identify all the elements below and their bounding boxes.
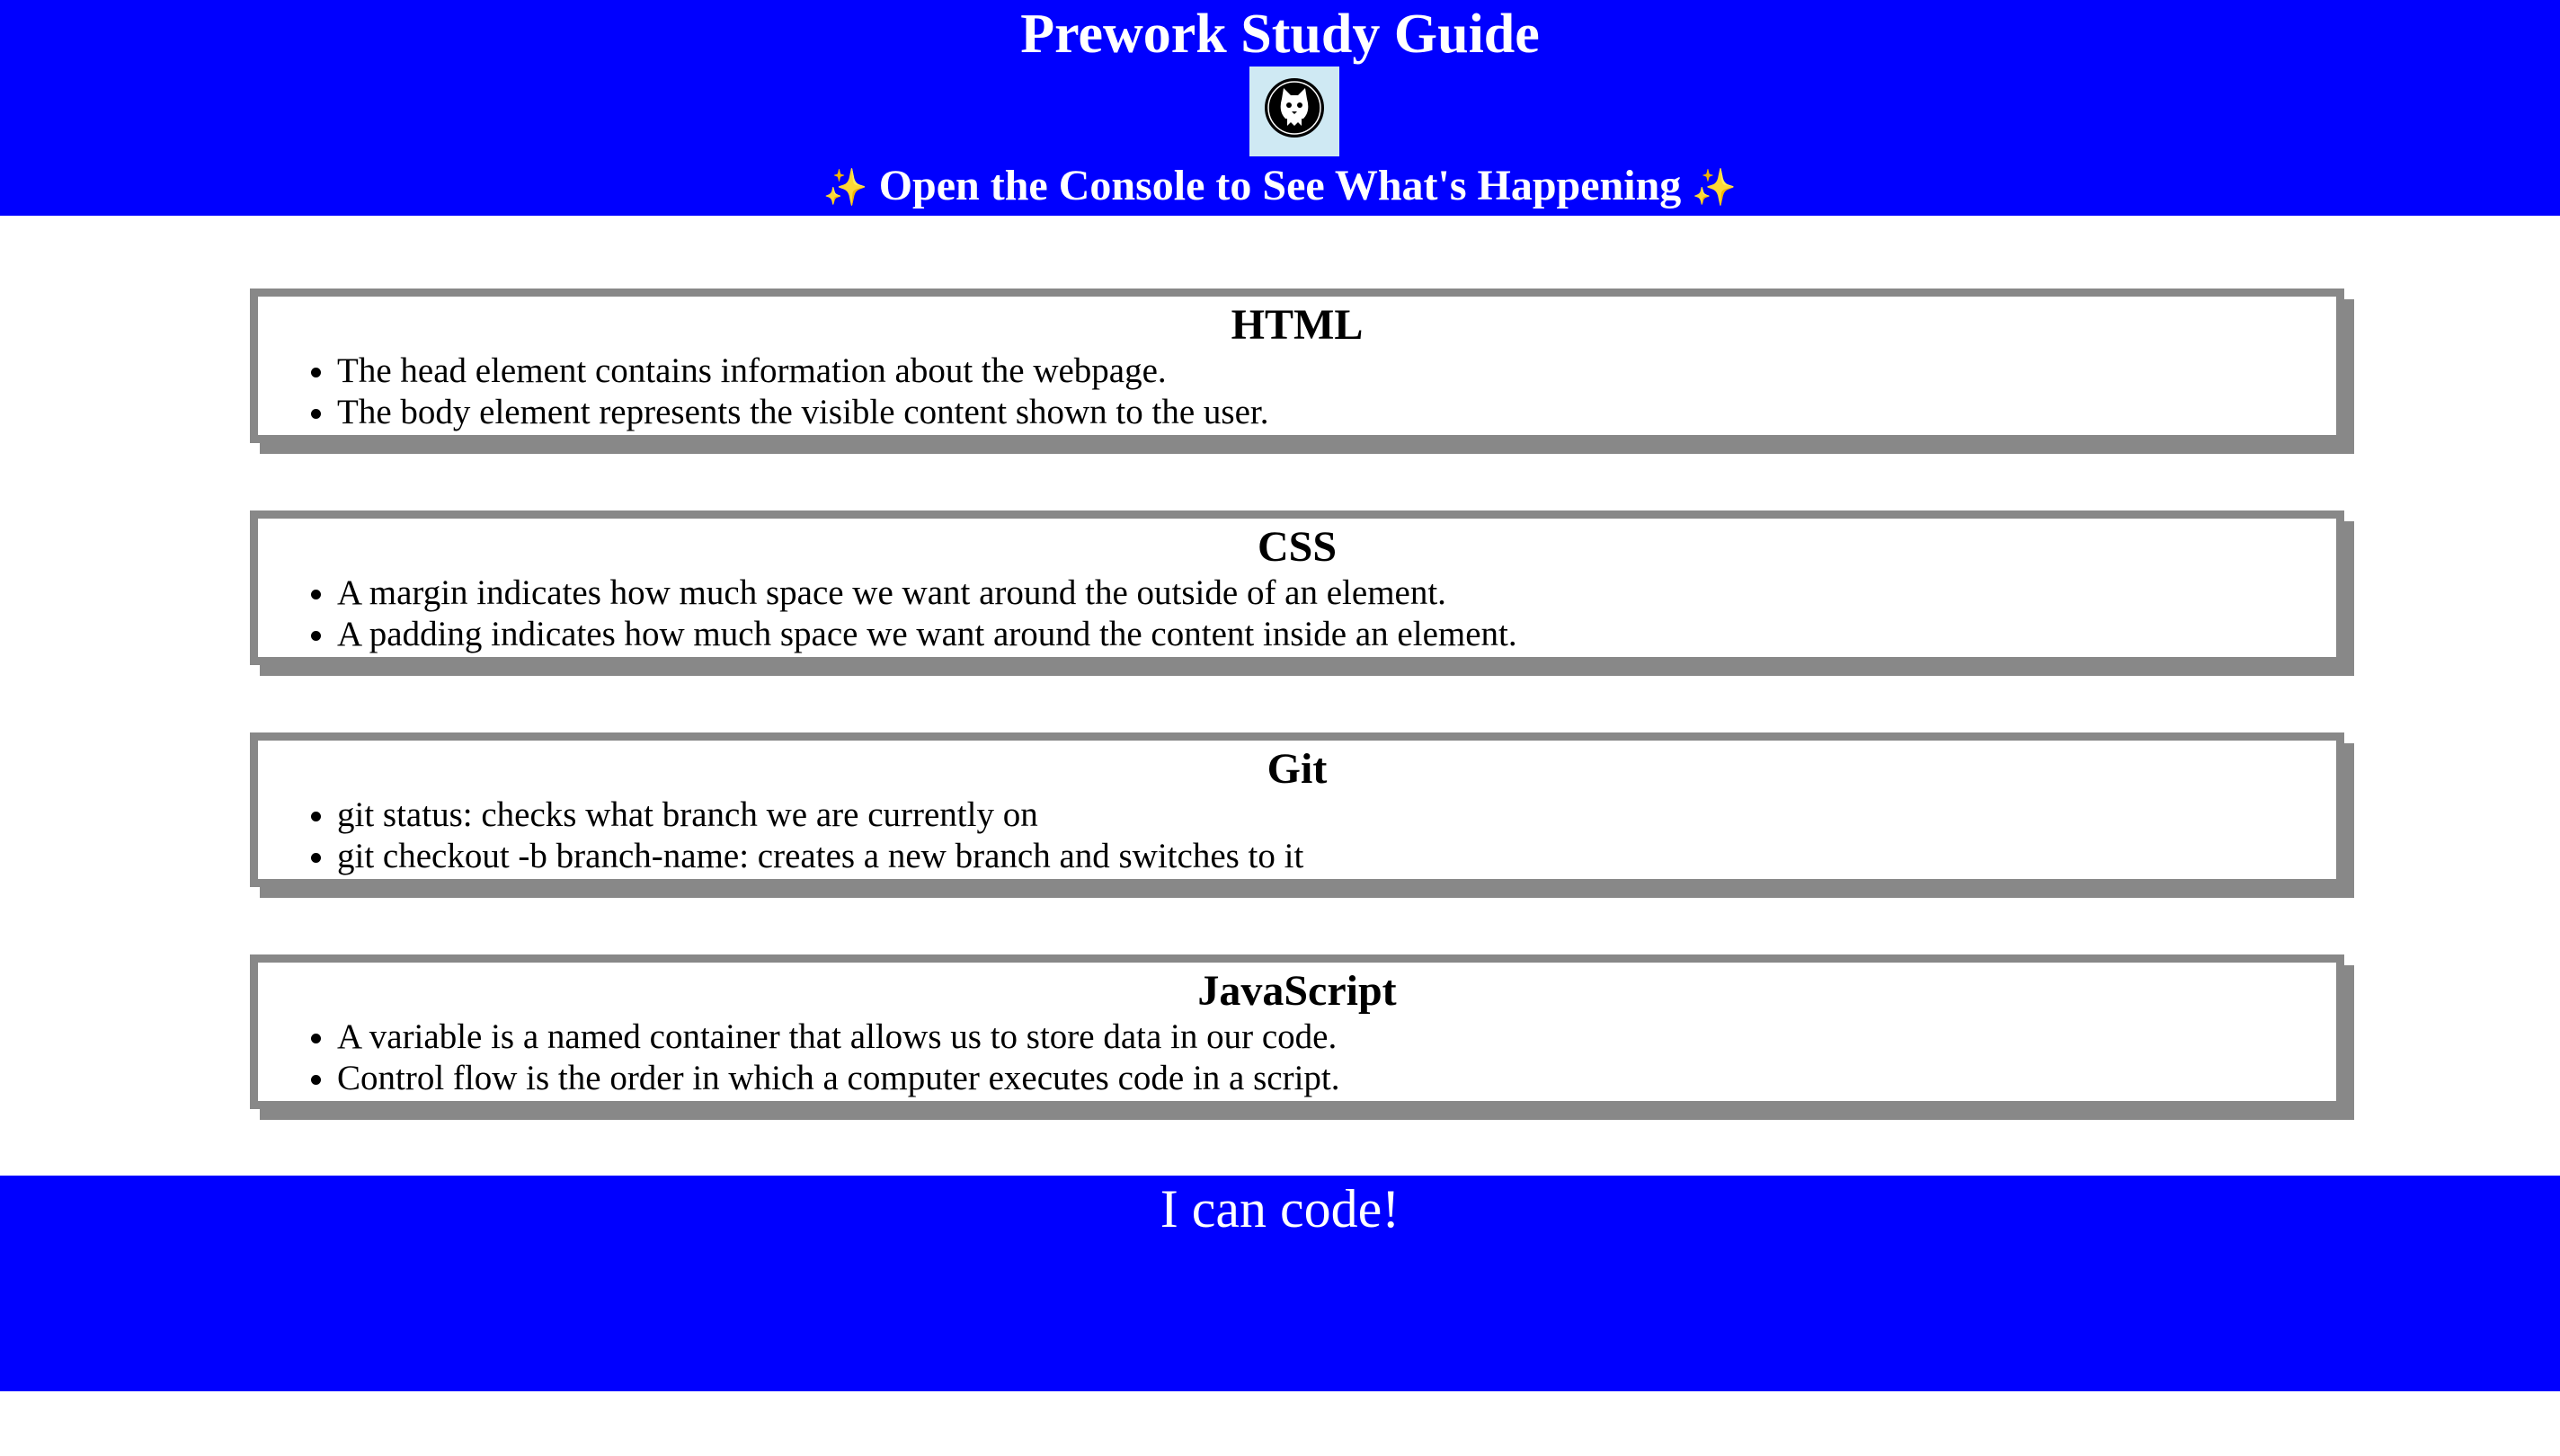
list-item: A margin indicates how much space we wan… <box>337 573 2336 614</box>
subtitle-text: Open the Console to See What's Happening <box>878 162 1682 209</box>
list-item: The head element contains information ab… <box>337 351 2336 392</box>
cat-logo-icon <box>1249 67 1339 156</box>
section-title: CSS <box>1257 523 1338 571</box>
section-title: JavaScript <box>1197 967 1397 1015</box>
section-javascript: JavaScript A variable is a named contain… <box>250 954 2344 1109</box>
notes-list: git status: checks what branch we are cu… <box>258 795 2336 877</box>
page-title: Prework Study Guide <box>1020 4 1540 65</box>
notes-list: The head element contains information ab… <box>258 351 2336 433</box>
sparkle-icon: ✨ <box>1692 167 1738 209</box>
sparkle-icon: ✨ <box>822 167 868 209</box>
notes-list: A variable is a named container that all… <box>258 1017 2336 1099</box>
section-html: HTML The head element contains informati… <box>250 289 2344 443</box>
section-title: HTML <box>1231 301 1364 349</box>
footer-text: I can code! <box>1160 1179 1400 1238</box>
list-item: A variable is a named container that all… <box>337 1017 2336 1058</box>
section-css: CSS A margin indicates how much space we… <box>250 510 2344 665</box>
list-item: A padding indicates how much space we wa… <box>337 614 2336 655</box>
section-title: Git <box>1267 745 1328 793</box>
list-item: Control flow is the order in which a com… <box>337 1058 2336 1099</box>
page-subtitle: ✨ Open the Console to See What's Happeni… <box>0 156 2560 218</box>
list-item: The body element represents the visible … <box>337 392 2336 433</box>
list-item: git status: checks what branch we are cu… <box>337 795 2336 836</box>
page-header: Prework Study Guide ✨ Open the Console t… <box>0 0 2560 216</box>
list-item: git checkout -b branch-name: creates a n… <box>337 836 2336 877</box>
notes-list: A margin indicates how much space we wan… <box>258 573 2336 655</box>
section-git: Git git status: checks what branch we ar… <box>250 732 2344 887</box>
page-footer: I can code! <box>0 1176 2560 1391</box>
